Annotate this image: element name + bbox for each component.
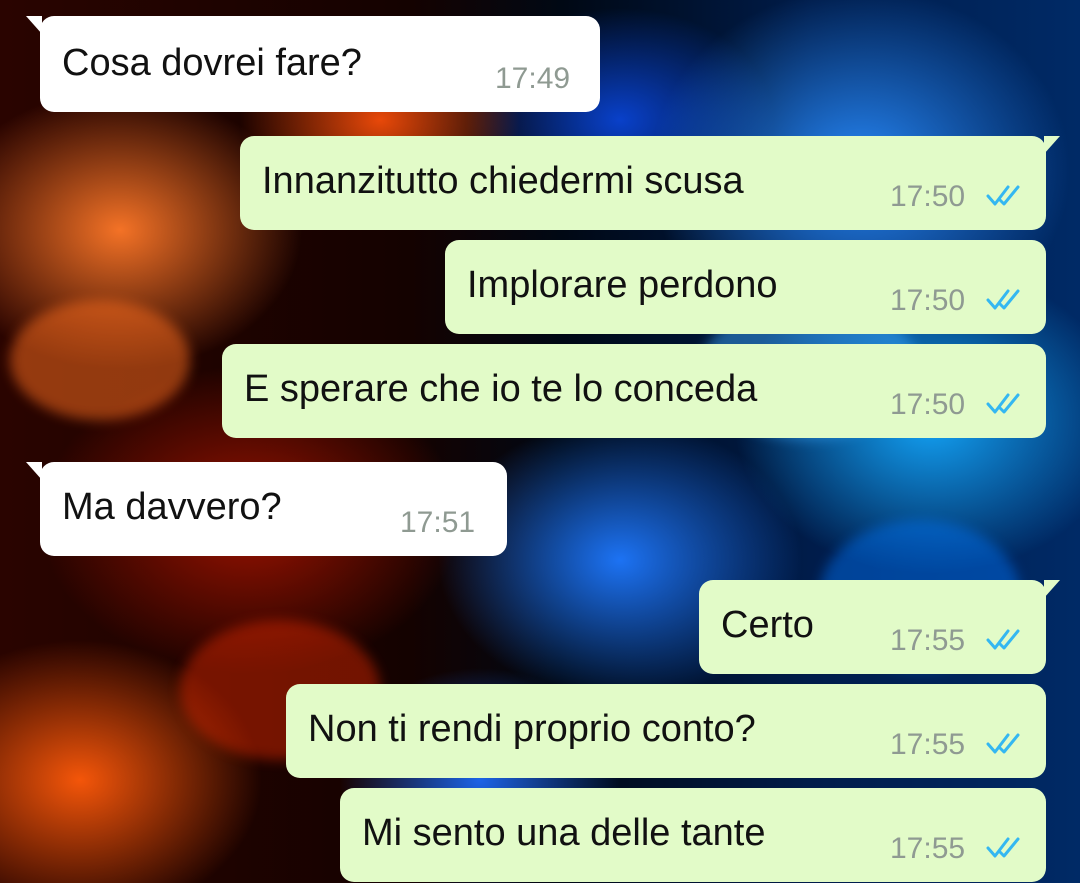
outgoing-message-bubble[interactable]: Implorare perdono 17:50	[445, 240, 1046, 334]
message-timestamp: 17:55	[890, 624, 966, 657]
read-double-check-icon	[986, 733, 1020, 754]
message-timestamp: 17:50	[890, 388, 966, 421]
outgoing-message-bubble[interactable]: E sperare che io te lo conceda 17:50	[222, 344, 1046, 438]
bubble-tail	[1044, 580, 1060, 598]
outgoing-message-bubble[interactable]: Innanzitutto chiedermi scusa 17:50	[240, 136, 1060, 230]
message-text: Ma davvero?	[62, 486, 282, 528]
message-text: Non ti rendi proprio conto?	[308, 708, 756, 750]
message-text: Certo	[721, 604, 814, 646]
read-double-check-icon	[986, 837, 1020, 858]
outgoing-message-bubble[interactable]: Mi sento una delle tante 17:55	[340, 788, 1046, 882]
message-timestamp: 17:50	[890, 180, 966, 213]
message-text: Innanzitutto chiedermi scusa	[262, 160, 744, 202]
message-timestamp: 17:50	[890, 284, 966, 317]
read-double-check-icon	[986, 185, 1020, 206]
bubble-tail	[1044, 136, 1060, 154]
message-text: Cosa dovrei fare?	[62, 42, 362, 84]
outgoing-message-bubble[interactable]: Certo 17:55	[699, 580, 1060, 674]
outgoing-message-bubble[interactable]: Non ti rendi proprio conto? 17:55	[286, 684, 1046, 778]
read-double-check-icon	[986, 629, 1020, 650]
message-text: Implorare perdono	[467, 264, 778, 306]
bubble-tail	[26, 462, 42, 480]
message-timestamp: 17:49	[495, 62, 571, 95]
message-text: Mi sento una delle tante	[362, 812, 766, 854]
incoming-message-bubble[interactable]: Cosa dovrei fare? 17:49	[26, 16, 600, 112]
bubble-tail	[26, 16, 42, 34]
message-text: E sperare che io te lo conceda	[244, 368, 758, 410]
read-double-check-icon	[986, 289, 1020, 310]
red-flame-shape	[10, 300, 190, 420]
message-timestamp: 17:55	[890, 832, 966, 865]
read-double-check-icon	[986, 393, 1020, 414]
message-timestamp: 17:51	[400, 506, 476, 539]
message-timestamp: 17:55	[890, 728, 966, 761]
incoming-message-bubble[interactable]: Ma davvero? 17:51	[26, 462, 507, 556]
